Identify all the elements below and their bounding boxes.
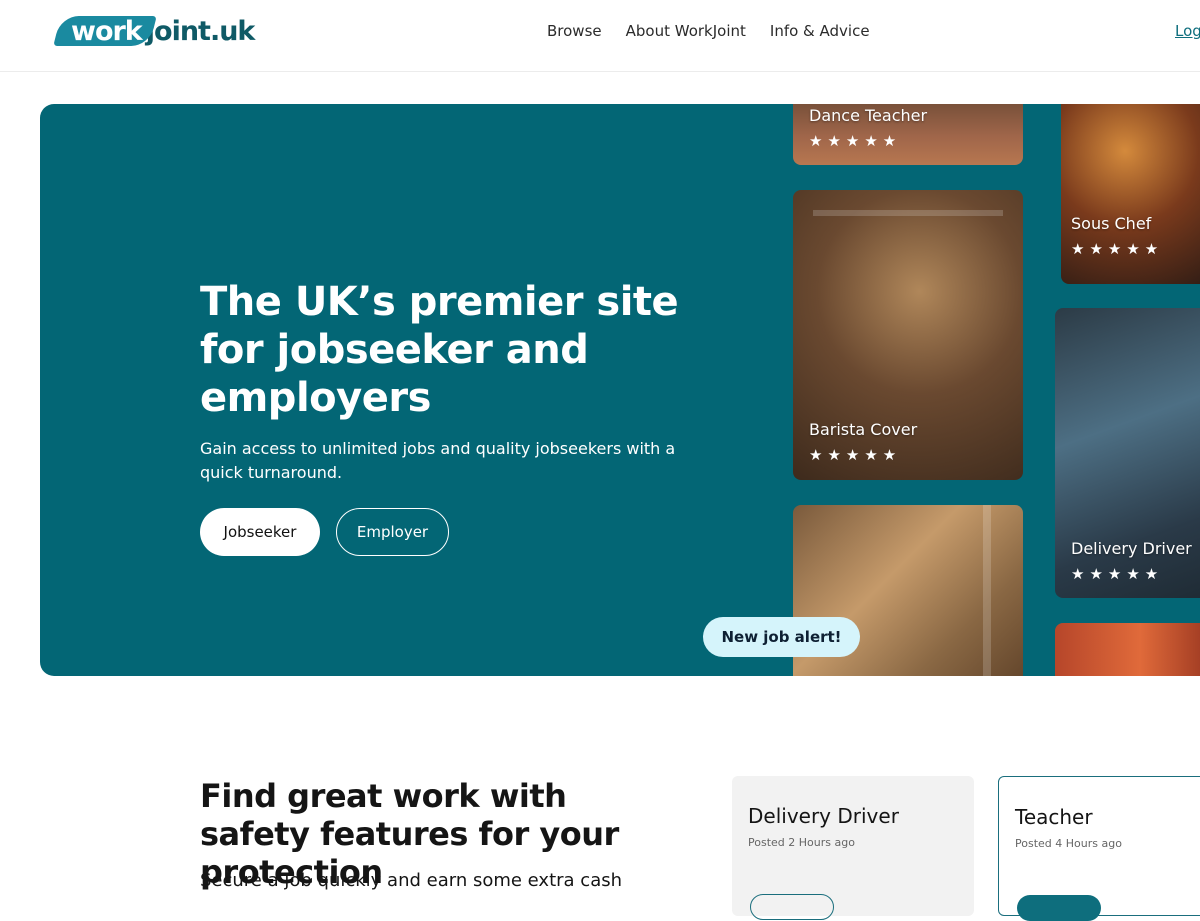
logo-work-text: work <box>71 15 143 47</box>
rating-stars: ★★★★★ <box>1071 240 1164 258</box>
login-link[interactable]: Log <box>1175 22 1200 40</box>
job-card-sous-chef[interactable]: Sous Chef ★★★★★ <box>1061 104 1200 284</box>
logo-badge: work <box>57 14 150 48</box>
photo-detail <box>813 210 1003 216</box>
job-posted-time: Posted 4 Hours ago <box>1015 837 1122 850</box>
hero-subtitle: Gain access to unlimited jobs and qualit… <box>200 439 676 482</box>
job-listing-card[interactable]: Delivery Driver Posted 2 Hours ago <box>732 776 974 920</box>
job-posted-time: Posted 2 Hours ago <box>748 836 855 849</box>
nav-browse[interactable]: Browse <box>547 22 602 40</box>
employer-button[interactable]: Employer <box>336 508 449 556</box>
photo-detail <box>983 505 991 676</box>
card-label: Barista Cover <box>809 420 918 439</box>
job-action-button[interactable] <box>750 894 834 920</box>
rating-stars: ★★★★★ <box>809 132 902 150</box>
job-card-dance-teacher[interactable]: Dance Teacher ★★★★★ <box>793 104 1023 165</box>
logo-domain-text: joint.uk <box>145 15 256 47</box>
main-nav: Browse About WorkJoint Info & Advice <box>547 22 870 40</box>
new-job-alert-badge[interactable]: New job alert! <box>703 617 860 657</box>
card-label: Sous Chef <box>1071 214 1152 233</box>
site-header: work joint.uk Browse About WorkJoint Inf… <box>0 0 1200 72</box>
nav-info-advice[interactable]: Info & Advice <box>770 22 870 40</box>
job-card-partial[interactable] <box>1055 623 1200 676</box>
rating-stars: ★★★★★ <box>1071 565 1164 583</box>
job-title: Delivery Driver <box>748 804 899 828</box>
job-listing-card[interactable]: Teacher Posted 4 Hours ago <box>998 776 1200 921</box>
job-card-barista-cover[interactable]: Barista Cover ★★★★★ <box>793 190 1023 480</box>
workjoint-logo[interactable]: work joint.uk <box>57 12 256 50</box>
nav-about[interactable]: About WorkJoint <box>626 22 746 40</box>
jobseeker-button[interactable]: Jobseeker <box>200 508 320 556</box>
card-label: Delivery Driver <box>1071 539 1192 558</box>
job-action-button[interactable] <box>1017 895 1101 921</box>
rating-stars: ★★★★★ <box>809 446 902 464</box>
job-title: Teacher <box>1015 805 1093 829</box>
job-card-delivery-driver[interactable]: Delivery Driver ★★★★★ <box>1055 308 1200 598</box>
hero-title: The UK’s premier site for jobseeker and … <box>200 279 679 421</box>
card-label: Dance Teacher <box>809 106 928 125</box>
section-subtitle: Secure a job quickly and earn some extra… <box>200 870 623 891</box>
hero-banner: The UK’s premier site for jobseeker and … <box>40 104 1200 676</box>
